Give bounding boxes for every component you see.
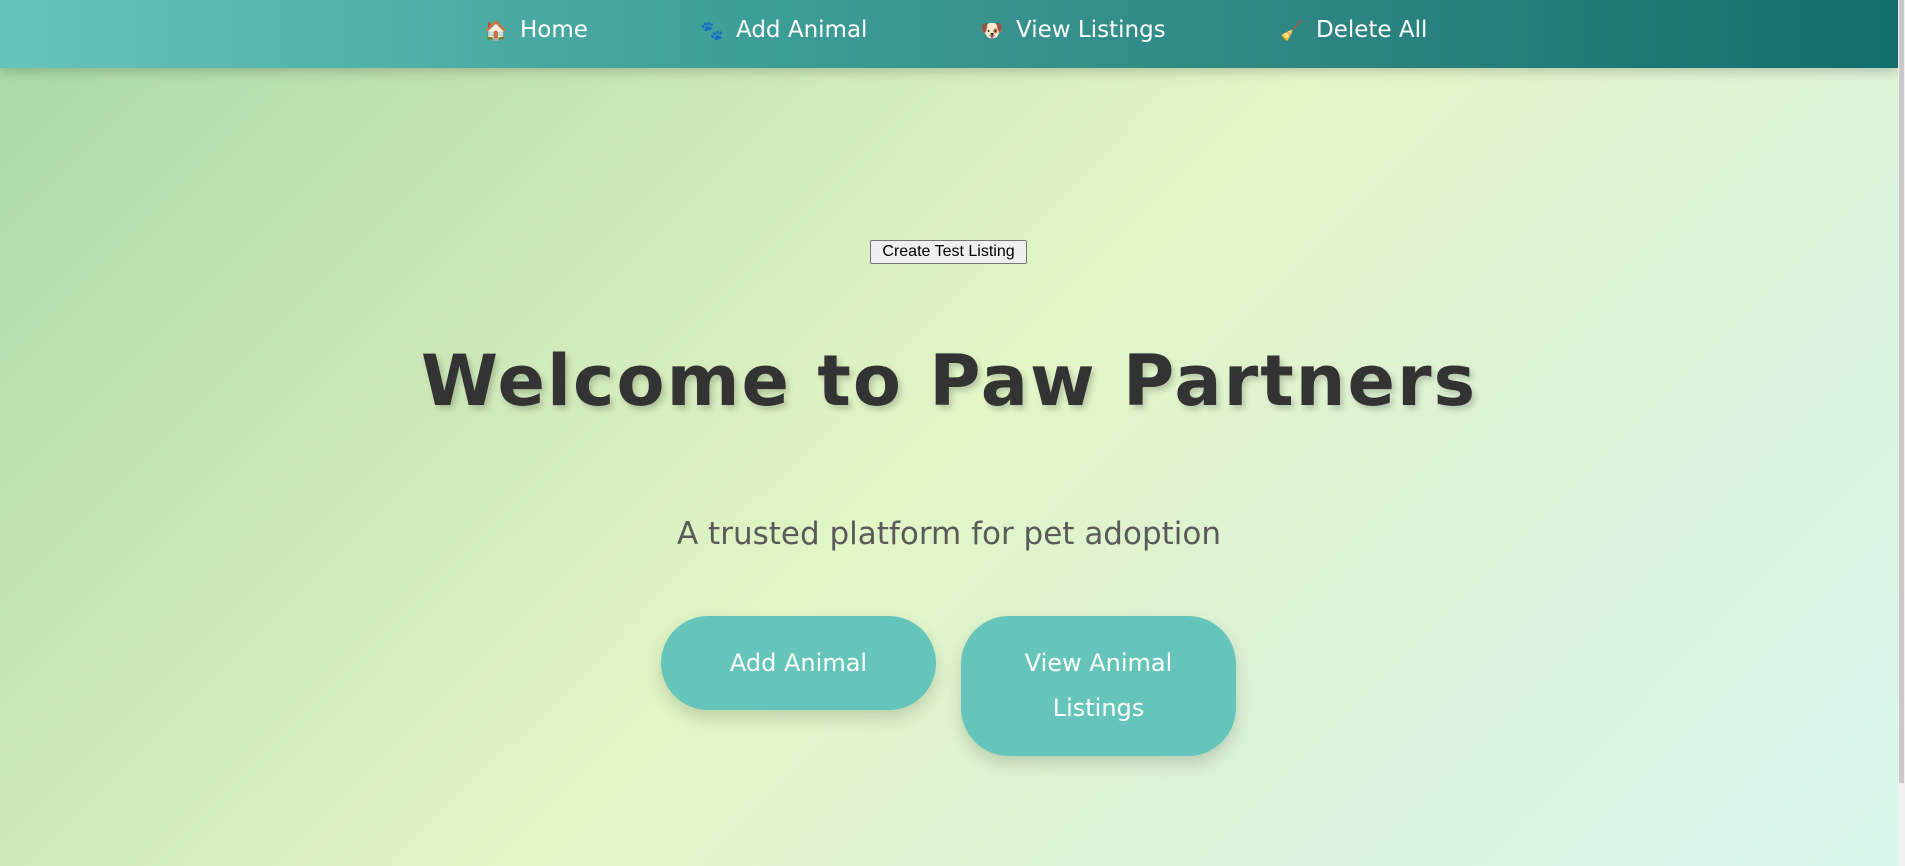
nav-item-label: Delete All [1316,17,1428,43]
scrollbar-thumb[interactable] [1899,0,1904,783]
page-subtitle: A trusted platform for pet adoption [676,516,1222,552]
create-test-listing-button[interactable]: Create Test Listing [870,240,1027,264]
nav-item-view-listings[interactable]: 🐶 View Listings [980,17,1166,43]
page-title: Welcome to Paw Partners [420,340,1478,422]
nav-item-label: Home [520,17,588,43]
paw-icon: 🐾 [700,19,724,42]
house-icon: 🏠 [484,19,508,42]
nav-item-add-animal[interactable]: 🐾 Add Animal [700,17,867,43]
nav-item-home[interactable]: 🏠 Home [484,17,588,43]
vertical-scrollbar[interactable] [1898,0,1905,866]
nav-item-delete-all[interactable]: 🧹 Delete All [1280,17,1427,43]
top-navbar: 🏠 Home 🐾 Add Animal 🐶 View Listings 🧹 De… [0,0,1898,68]
view-animal-listings-button[interactable]: View Animal Listings [961,616,1236,756]
dog-face-icon: 🐶 [980,19,1004,42]
nav-item-label: Add Animal [736,17,868,43]
add-animal-button[interactable]: Add Animal [661,616,936,710]
broom-icon: 🧹 [1280,19,1304,42]
nav-item-label: View Listings [1016,17,1166,43]
